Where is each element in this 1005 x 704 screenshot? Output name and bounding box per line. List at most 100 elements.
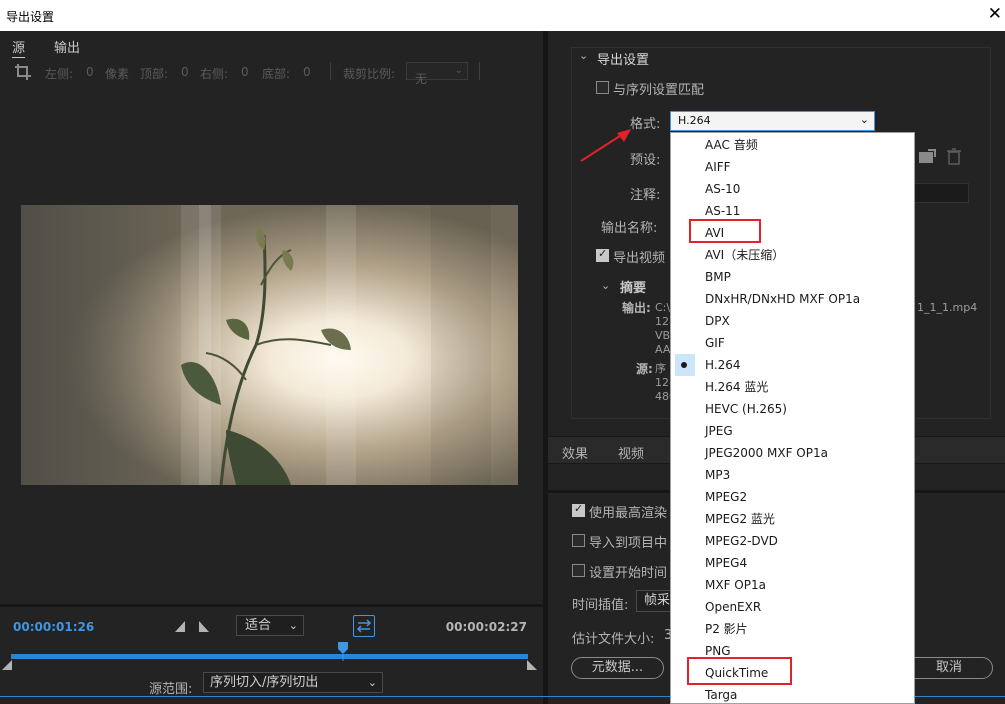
- title-bar: 导出设置 ✕: [0, 0, 1005, 31]
- format-select[interactable]: H.264 ⌄: [670, 111, 875, 131]
- format-option[interactable]: GIF: [671, 332, 914, 354]
- divider: [479, 62, 480, 80]
- import-preset-icon[interactable]: [918, 149, 936, 165]
- format-option[interactable]: JPEG2000 MXF OP1a: [671, 442, 914, 464]
- format-option[interactable]: JPEG: [671, 420, 914, 442]
- crop-toolbar: 左侧: 0 像素 顶部: 0 右侧: 0 底部: 0 裁剪比例: 无 ⌄: [0, 57, 543, 87]
- format-option[interactable]: MPEG2 蓝光: [671, 508, 914, 530]
- format-option[interactable]: MPEG2: [671, 486, 914, 508]
- in-point-marker[interactable]: [2, 660, 12, 670]
- crop-top-value[interactable]: 0: [181, 65, 189, 79]
- tab-effects[interactable]: 效果: [562, 443, 588, 462]
- max-render-checkbox[interactable]: [572, 502, 585, 517]
- format-option[interactable]: DNxHR/DNxHD MXF OP1a: [671, 288, 914, 310]
- format-option[interactable]: MPEG2-DVD: [671, 530, 914, 552]
- set-out-icon[interactable]: [199, 621, 209, 632]
- out-point-marker[interactable]: [527, 660, 537, 670]
- format-option[interactable]: AAC 音频: [671, 134, 914, 156]
- crop-ratio-select[interactable]: 无 ⌄: [406, 62, 468, 86]
- output-filename: 1_1_1.mp4: [917, 301, 978, 314]
- comments-input[interactable]: [908, 183, 969, 203]
- format-option[interactable]: MP3: [671, 464, 914, 486]
- crop-icon[interactable]: [14, 63, 32, 81]
- crop-right-value[interactable]: 0: [241, 65, 249, 79]
- format-dropdown-list: AAC 音频 AIFF AS-10 AS-11 AVI AVI（未压缩） BMP…: [670, 132, 915, 704]
- tab-video[interactable]: 视频: [618, 443, 644, 462]
- tab-output[interactable]: 输出: [54, 37, 80, 56]
- aspect-icon: [356, 619, 372, 633]
- video-frame-image: [21, 205, 518, 485]
- start-timecode-label: 设置开始时间: [589, 566, 668, 581]
- match-sequence-label: 与序列设置匹配: [613, 83, 705, 98]
- time-interp-value: 帧采: [644, 593, 671, 608]
- chevron-down-icon: ⌄: [367, 676, 377, 689]
- import-project-checkbox[interactable]: [572, 534, 585, 547]
- format-option[interactable]: MPEG4: [671, 552, 914, 574]
- export-video-checkbox[interactable]: [596, 247, 609, 262]
- output-name-label: 输出名称:: [601, 221, 658, 236]
- crop-right-label: 右侧:: [200, 67, 229, 81]
- collapse-icon[interactable]: ⌄: [579, 49, 588, 62]
- format-value: H.264: [678, 114, 711, 127]
- crop-bottom-label: 底部:: [262, 67, 291, 81]
- format-option[interactable]: AVI（未压缩）: [671, 244, 914, 266]
- crop-left-value[interactable]: 0: [86, 65, 94, 79]
- source-range-select[interactable]: 序列切入/序列切出 ⌄: [203, 672, 383, 693]
- crop-top-label: 顶部:: [140, 67, 169, 81]
- format-option[interactable]: OpenEXR: [671, 596, 914, 618]
- crop-ratio-value: 无: [415, 72, 428, 86]
- cancel-button[interactable]: 取消: [905, 657, 993, 679]
- source-pane: 源 输出 左侧: 0 像素 顶部: 0 右侧: 0 底部: 0 裁剪比例: 无 …: [0, 31, 543, 704]
- export-video-label: 导出视频: [613, 251, 666, 266]
- delete-preset-icon[interactable]: [947, 148, 961, 165]
- comments-label: 注释:: [630, 188, 661, 203]
- start-timecode-checkbox[interactable]: [572, 564, 585, 577]
- crop-left-label: 左侧:: [45, 67, 74, 81]
- selected-bullet-icon: [681, 362, 687, 368]
- format-option[interactable]: DPX: [671, 310, 914, 332]
- format-option[interactable]: AIFF: [671, 156, 914, 178]
- tab-source[interactable]: 源: [12, 37, 26, 58]
- summary-source-label: 源:: [636, 362, 653, 376]
- annotation-box-avi: [689, 219, 761, 243]
- format-option[interactable]: HEVC (H.265): [671, 398, 914, 420]
- chevron-down-icon: ⌄: [454, 65, 463, 76]
- transport-controls: [175, 621, 209, 632]
- max-render-label: 使用最高渲染: [589, 506, 668, 521]
- annotation-arrow: [580, 129, 631, 162]
- format-option[interactable]: AS-10: [671, 178, 914, 200]
- format-option[interactable]: BMP: [671, 266, 914, 288]
- source-range-value: 序列切入/序列切出: [210, 675, 319, 690]
- format-option-selected[interactable]: H.264: [671, 354, 914, 376]
- format-option[interactable]: Targa: [671, 684, 914, 703]
- match-sequence-checkbox[interactable]: [596, 81, 609, 94]
- annotation-box-quicktime: [687, 657, 792, 685]
- time-interp-label: 时间插值:: [572, 598, 629, 613]
- playhead[interactable]: [337, 641, 349, 661]
- crop-ratio-label: 裁剪比例:: [343, 67, 396, 81]
- source-range-label: 源范围:: [149, 682, 193, 697]
- chevron-down-icon: ⌄: [859, 113, 869, 126]
- set-in-icon[interactable]: [175, 621, 185, 632]
- crop-unit: 像素: [105, 67, 130, 81]
- summary-label: 摘要: [620, 281, 647, 296]
- import-project-label: 导入到项目中: [589, 536, 668, 551]
- close-icon[interactable]: ✕: [988, 4, 1002, 24]
- timeline-area: 00:00:01:26 适合 ⌄ 00:00:02:27 源范围: 序列切入/序…: [0, 604, 543, 704]
- end-timecode: 00:00:02:27: [445, 620, 527, 634]
- timeline-track[interactable]: [11, 654, 528, 659]
- current-timecode[interactable]: 00:00:01:26: [13, 620, 94, 634]
- format-option[interactable]: H.264 蓝光: [671, 376, 914, 398]
- window-title: 导出设置: [6, 10, 55, 24]
- summary-collapse-icon[interactable]: ⌄: [601, 279, 610, 292]
- video-preview: [21, 205, 518, 485]
- fit-value: 适合: [245, 618, 272, 633]
- metadata-button[interactable]: 元数据...: [571, 657, 664, 679]
- format-option[interactable]: P2 影片: [671, 618, 914, 640]
- chevron-down-icon: ⌄: [288, 619, 298, 632]
- left-tabs: 源 输出: [0, 31, 543, 58]
- format-option[interactable]: MXF OP1a: [671, 574, 914, 596]
- fit-select[interactable]: 适合 ⌄: [236, 615, 304, 636]
- crop-bottom-value[interactable]: 0: [303, 65, 311, 79]
- aspect-toggle-button[interactable]: [353, 615, 375, 637]
